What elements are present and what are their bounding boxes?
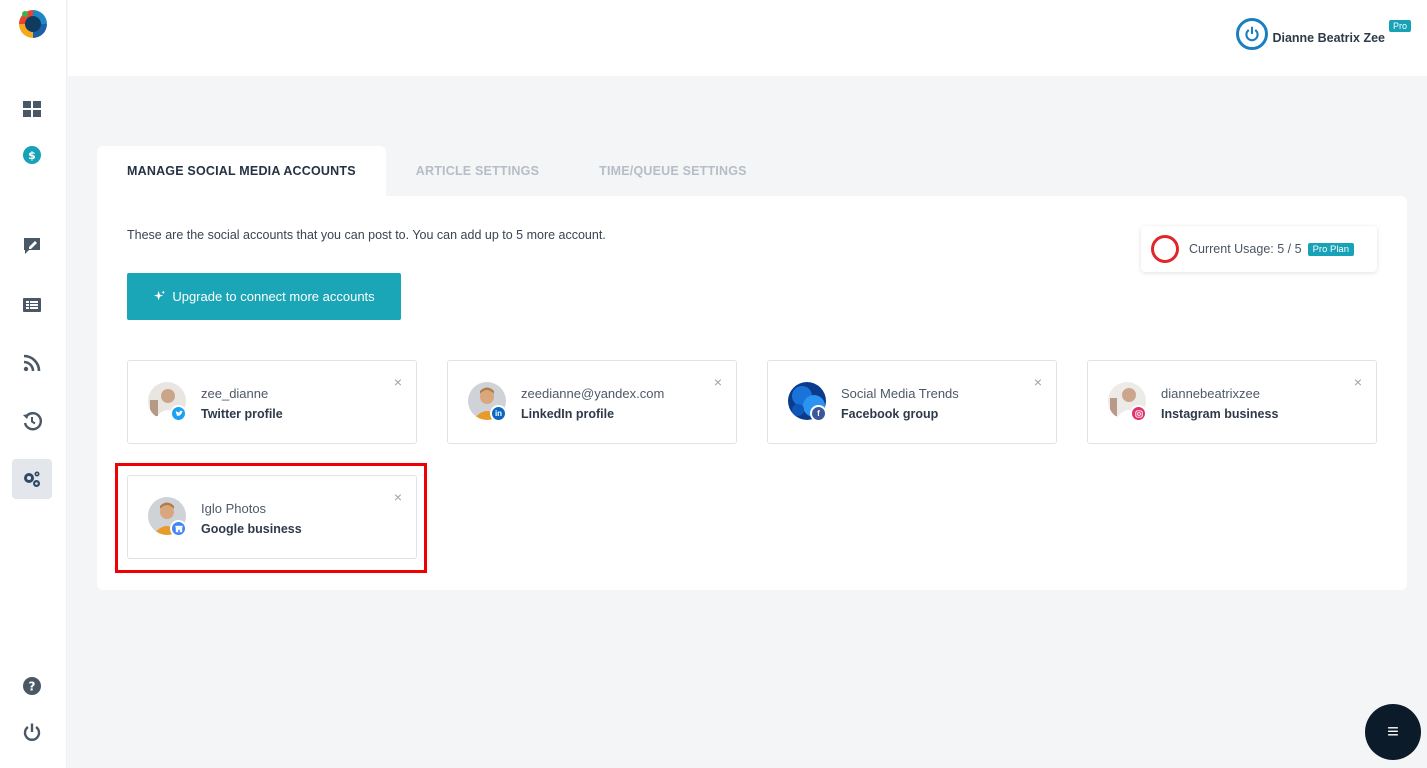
upgrade-button[interactable]: Upgrade to connect more accounts [127,273,401,320]
account-card[interactable]: zee_dianne Twitter profile × [127,360,417,444]
floating-menu-button[interactable]: ≡ [1365,704,1421,760]
nav-help[interactable]: ? [12,666,52,706]
instagram-icon [1130,405,1147,422]
twitter-icon [170,405,187,422]
svg-text:?: ? [29,680,36,694]
account-name: Social Media Trends [841,386,959,401]
compose-post-icon [24,238,40,254]
account-type: Twitter profile [201,407,283,421]
svg-text:$: $ [28,149,36,162]
nav-dashboard[interactable] [12,89,52,129]
nav-billing[interactable]: $ [12,135,52,175]
menu-icon: ≡ [1387,720,1399,743]
remove-account-button[interactable]: × [714,375,722,389]
account-name: zee_dianne [201,386,269,401]
usage-plan-badge: Pro Plan [1307,242,1354,256]
nav-articles[interactable] [12,285,52,325]
top-header: Dianne Beatrix Zee Pro [68,0,1427,76]
account-type: Facebook group [841,407,939,421]
remove-account-button[interactable]: × [1034,375,1042,389]
sidebar: $ ? [0,0,67,768]
sparkle-icon [154,290,166,301]
nav-logout[interactable] [12,712,52,752]
account-card[interactable]: f Social Media Trends Facebook group × [767,360,1057,444]
user-menu[interactable]: Dianne Beatrix Zee Pro [1236,18,1411,50]
settings-tabs: MANAGE SOCIAL MEDIA ACCOUNTS ARTICLE SET… [97,146,777,196]
user-avatar [1236,18,1269,50]
account-type: LinkedIn profile [521,407,615,421]
nav-feeds[interactable] [12,343,52,383]
nav-compose[interactable] [12,226,52,266]
facebook-icon: f [810,405,827,422]
highlight-box [115,463,427,573]
remove-account-button[interactable]: × [1354,375,1362,389]
account-name: diannebeatrixzee [1161,386,1261,401]
usage-text: Current Usage: 5 / 5 [1189,242,1302,256]
power-icon [23,723,41,741]
usage-indicator: Current Usage: 5 / 5 Pro Plan [1141,226,1377,272]
tab-article-settings[interactable]: ARTICLE SETTINGS [386,146,569,196]
usage-ring-icon [1151,235,1179,263]
remove-account-button[interactable]: × [394,375,402,389]
settings-gears-icon [24,471,40,487]
power-icon [1245,26,1260,42]
linkedin-icon: in [490,405,507,422]
nav-settings[interactable] [12,459,52,499]
account-name: zeedianne@yandex.com [521,386,665,401]
facebook-glyph: f [817,409,820,418]
billing-badge-icon: $ [23,146,41,164]
help-icon: ? [23,677,41,695]
user-plan-badge: Pro [1388,20,1411,32]
account-type: Instagram business [1161,407,1279,421]
twitter-bird-icon [175,410,183,416]
dashboard-grid-icon [23,101,41,117]
user-name: Dianne Beatrix Zee [1272,31,1385,45]
linkedin-glyph: in [494,409,503,418]
nav-history[interactable] [12,401,52,441]
accounts-intro-text: These are the social accounts that you c… [127,228,606,242]
tab-manage-social-accounts[interactable]: MANAGE SOCIAL MEDIA ACCOUNTS [97,146,386,196]
tab-time-queue-settings[interactable]: TIME/QUEUE SETTINGS [569,146,777,196]
rss-feed-icon [23,354,41,372]
app-logo[interactable] [16,7,50,41]
upgrade-button-label: Upgrade to connect more accounts [172,289,375,304]
instagram-camera-icon [1134,409,1143,418]
account-card[interactable]: diannebeatrixzee Instagram business × [1087,360,1377,444]
account-card[interactable]: in zeedianne@yandex.com LinkedIn profile… [447,360,737,444]
history-icon [23,412,42,431]
app-logo-icon [19,10,47,38]
articles-list-icon [23,298,41,312]
